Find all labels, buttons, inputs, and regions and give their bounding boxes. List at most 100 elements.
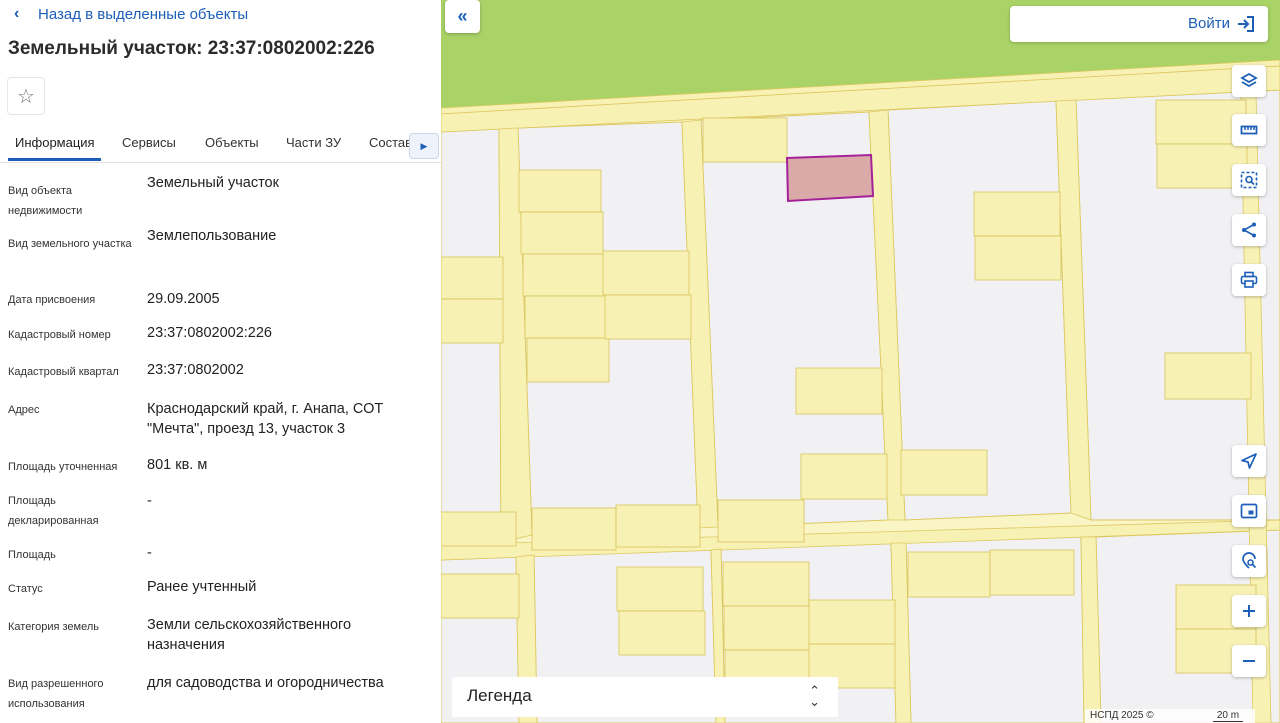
locate-button[interactable] [1232, 445, 1266, 477]
login-button[interactable]: Войти [1010, 6, 1268, 42]
parcel [795, 367, 883, 415]
parcel [1164, 352, 1252, 400]
attribute-value: - [147, 493, 152, 509]
double-chevron-left-icon: « [457, 6, 468, 26]
tab-overflow: Состав [369, 126, 411, 162]
minimap-button[interactable] [1232, 495, 1266, 527]
active-tab-indicator [8, 158, 101, 161]
attribute-value: 29.09.2005 [147, 291, 220, 307]
tabs-scroll-right-button[interactable]: ▶ [409, 133, 439, 159]
share-button[interactable] [1232, 214, 1266, 246]
attribute-value: Краснодарский край, г. Анапа, СОТ "Мечта… [147, 401, 384, 437]
zoom-out-icon [1243, 660, 1255, 662]
attribute-label: Площадь [8, 549, 56, 561]
parcel [800, 453, 888, 500]
legend-label: Легенда [467, 686, 532, 705]
attribute-label: Площадь уточненная [8, 461, 118, 473]
parcel [522, 253, 606, 297]
attribute-label: Адрес [8, 404, 40, 416]
parcel [526, 337, 610, 383]
layers-button[interactable] [1232, 65, 1266, 97]
chevron-updown-icon: ⌃ ⌄ [809, 683, 820, 709]
parcel [441, 298, 504, 344]
attribute-value: Землепользование [147, 228, 277, 244]
parcel [602, 250, 690, 296]
parcel [616, 566, 704, 612]
tab-bar: Информация Сервисы Объекты Части ЗУ Сост… [0, 126, 441, 163]
parcel [808, 599, 896, 645]
tab-information[interactable]: Информация [15, 135, 95, 150]
parcel [907, 551, 991, 598]
attribute-value: 23:37:0802002 [147, 362, 244, 378]
triangle-right-icon: ▶ [420, 140, 428, 151]
attribute-value: Земли сельскохозяйственного назначения [147, 617, 352, 653]
attribute-label: Вид объекта недвижимости [8, 185, 83, 217]
parcel [441, 573, 520, 619]
parcel [989, 549, 1075, 596]
scale-bar: 20 m [1213, 710, 1243, 722]
tab-composition[interactable]: Состав [369, 135, 411, 150]
share-icon [1242, 222, 1256, 238]
minimap-icon [1240, 503, 1258, 519]
select-area-button[interactable] [1232, 164, 1266, 196]
attribute-value: для садоводства и огородничества [147, 675, 384, 691]
parcel [520, 211, 604, 255]
geo-search-button[interactable] [1232, 545, 1266, 577]
star-icon: ☆ [17, 85, 35, 108]
favorite-button[interactable]: ☆ [7, 77, 45, 115]
back-link[interactable]: ‹ Назад в выделенные объекты [14, 5, 248, 23]
parcel [973, 191, 1061, 237]
cadastral-map[interactable] [441, 0, 1280, 723]
parcel [441, 256, 504, 300]
zoom-in-icon [1243, 605, 1255, 617]
attribute-label: Статус [8, 583, 43, 595]
login-icon [1238, 16, 1254, 32]
tab-parts[interactable]: Части ЗУ [286, 135, 341, 150]
attribute-value: 801 кв. м [147, 457, 208, 473]
parcel [900, 449, 988, 496]
parcel [531, 507, 617, 551]
print-button[interactable] [1232, 264, 1266, 296]
attribute-label: Категория земель [8, 621, 99, 633]
attribute-label: Вид земельного участка [8, 238, 132, 250]
legend-dropdown[interactable]: Легенда ⌃ ⌄ [452, 677, 838, 717]
attribute-label: Кадастровый номер [8, 329, 111, 341]
attribute-value: Земельный участок [147, 175, 279, 191]
parcel [615, 504, 701, 548]
back-link-label: Назад в выделенные объекты [38, 5, 249, 23]
measure-button[interactable] [1232, 114, 1266, 146]
zoom-in-button[interactable] [1232, 595, 1266, 627]
tab-services[interactable]: Сервисы [122, 135, 176, 150]
layers-icon [1240, 72, 1258, 88]
parcel [723, 605, 811, 651]
attribute-label: Площадь декларированная [8, 495, 99, 527]
parcel [441, 511, 517, 547]
selected-parcel[interactable] [785, 153, 875, 203]
locate-icon [1241, 453, 1257, 469]
attribute-value: Ранее учтенный [147, 579, 257, 595]
select-area-icon [1240, 171, 1258, 189]
attribute-label: Кадастровый квартал [8, 366, 119, 378]
print-icon [1240, 271, 1258, 288]
parcel [518, 169, 602, 213]
attribute-value: 23:37:0802002:226 [147, 325, 272, 341]
ruler-icon [1240, 125, 1258, 135]
login-label: Войти [1188, 15, 1230, 32]
map-attribution: НСПД 2025 © 20 m [1085, 709, 1255, 723]
attribute-label: Вид разрешенного использования [8, 678, 104, 710]
tab-objects[interactable]: Объекты [205, 135, 259, 150]
parcel [524, 295, 608, 339]
map-canvas[interactable] [441, 0, 1280, 723]
info-panel: ‹ Назад в выделенные объекты Земельный у… [0, 0, 441, 723]
attribute-label: Дата присвоения [8, 294, 96, 306]
parcel [722, 561, 810, 607]
zoom-out-button[interactable] [1232, 645, 1266, 677]
collapse-panel-button[interactable]: « [445, 0, 480, 33]
parcel [618, 610, 706, 656]
parcel [974, 235, 1062, 281]
chevron-left-icon: ‹ [14, 5, 20, 22]
parcel [717, 499, 805, 543]
parcel [702, 117, 788, 163]
attribution-text: НСПД 2025 © [1090, 710, 1154, 721]
parcel [604, 294, 692, 340]
